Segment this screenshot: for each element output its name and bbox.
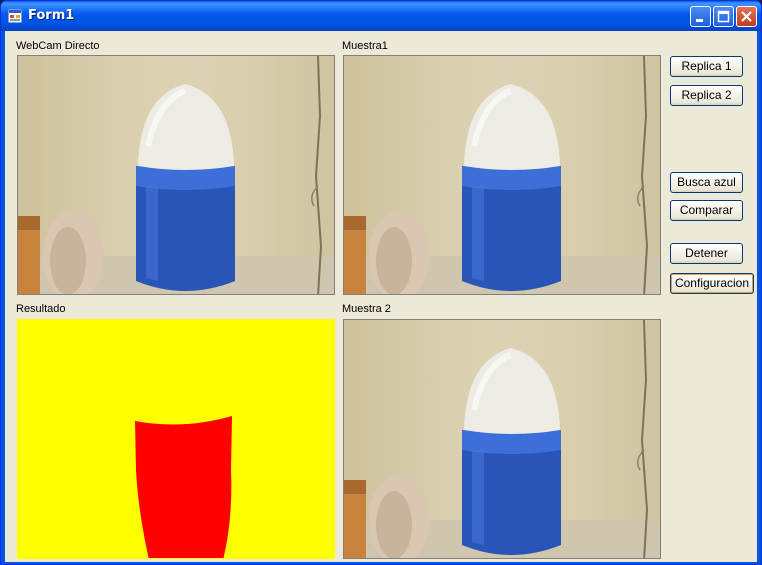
sample1-image — [344, 56, 661, 295]
sample2-image — [344, 320, 661, 559]
webcam-label: WebCam Directo — [16, 40, 100, 52]
maximize-icon — [717, 10, 730, 23]
sample2-picture — [343, 319, 661, 559]
replica1-button[interactable]: Replica 1 — [670, 56, 743, 77]
close-button[interactable] — [736, 6, 757, 27]
form1-window: Form1 WebCam Directo Muestra1 Resultado … — [0, 0, 762, 565]
webcam-image — [18, 56, 335, 295]
configuracion-button[interactable]: Configuracion — [670, 273, 754, 294]
busca-azul-button[interactable]: Busca azul — [670, 172, 743, 193]
result-picture — [17, 319, 335, 559]
sample2-label: Muestra 2 — [342, 303, 391, 315]
minimize-icon — [696, 19, 703, 22]
minimize-button[interactable] — [690, 6, 711, 27]
window-frame-left — [1, 31, 5, 564]
title-bar[interactable]: Form1 — [1, 1, 761, 31]
window-frame-right — [757, 31, 761, 564]
result-mask-image — [18, 320, 334, 558]
window-title: Form1 — [28, 8, 75, 23]
sample1-label: Muestra1 — [342, 40, 388, 52]
result-label: Resultado — [16, 303, 66, 315]
webcam-picture — [17, 55, 335, 295]
comparar-button[interactable]: Comparar — [670, 200, 743, 221]
sample1-picture — [343, 55, 661, 295]
result-blob — [135, 416, 232, 558]
detener-button[interactable]: Detener — [670, 243, 743, 264]
close-icon — [741, 11, 752, 22]
maximize-button[interactable] — [713, 6, 734, 27]
replica2-button[interactable]: Replica 2 — [670, 85, 743, 106]
app-icon — [8, 9, 22, 23]
